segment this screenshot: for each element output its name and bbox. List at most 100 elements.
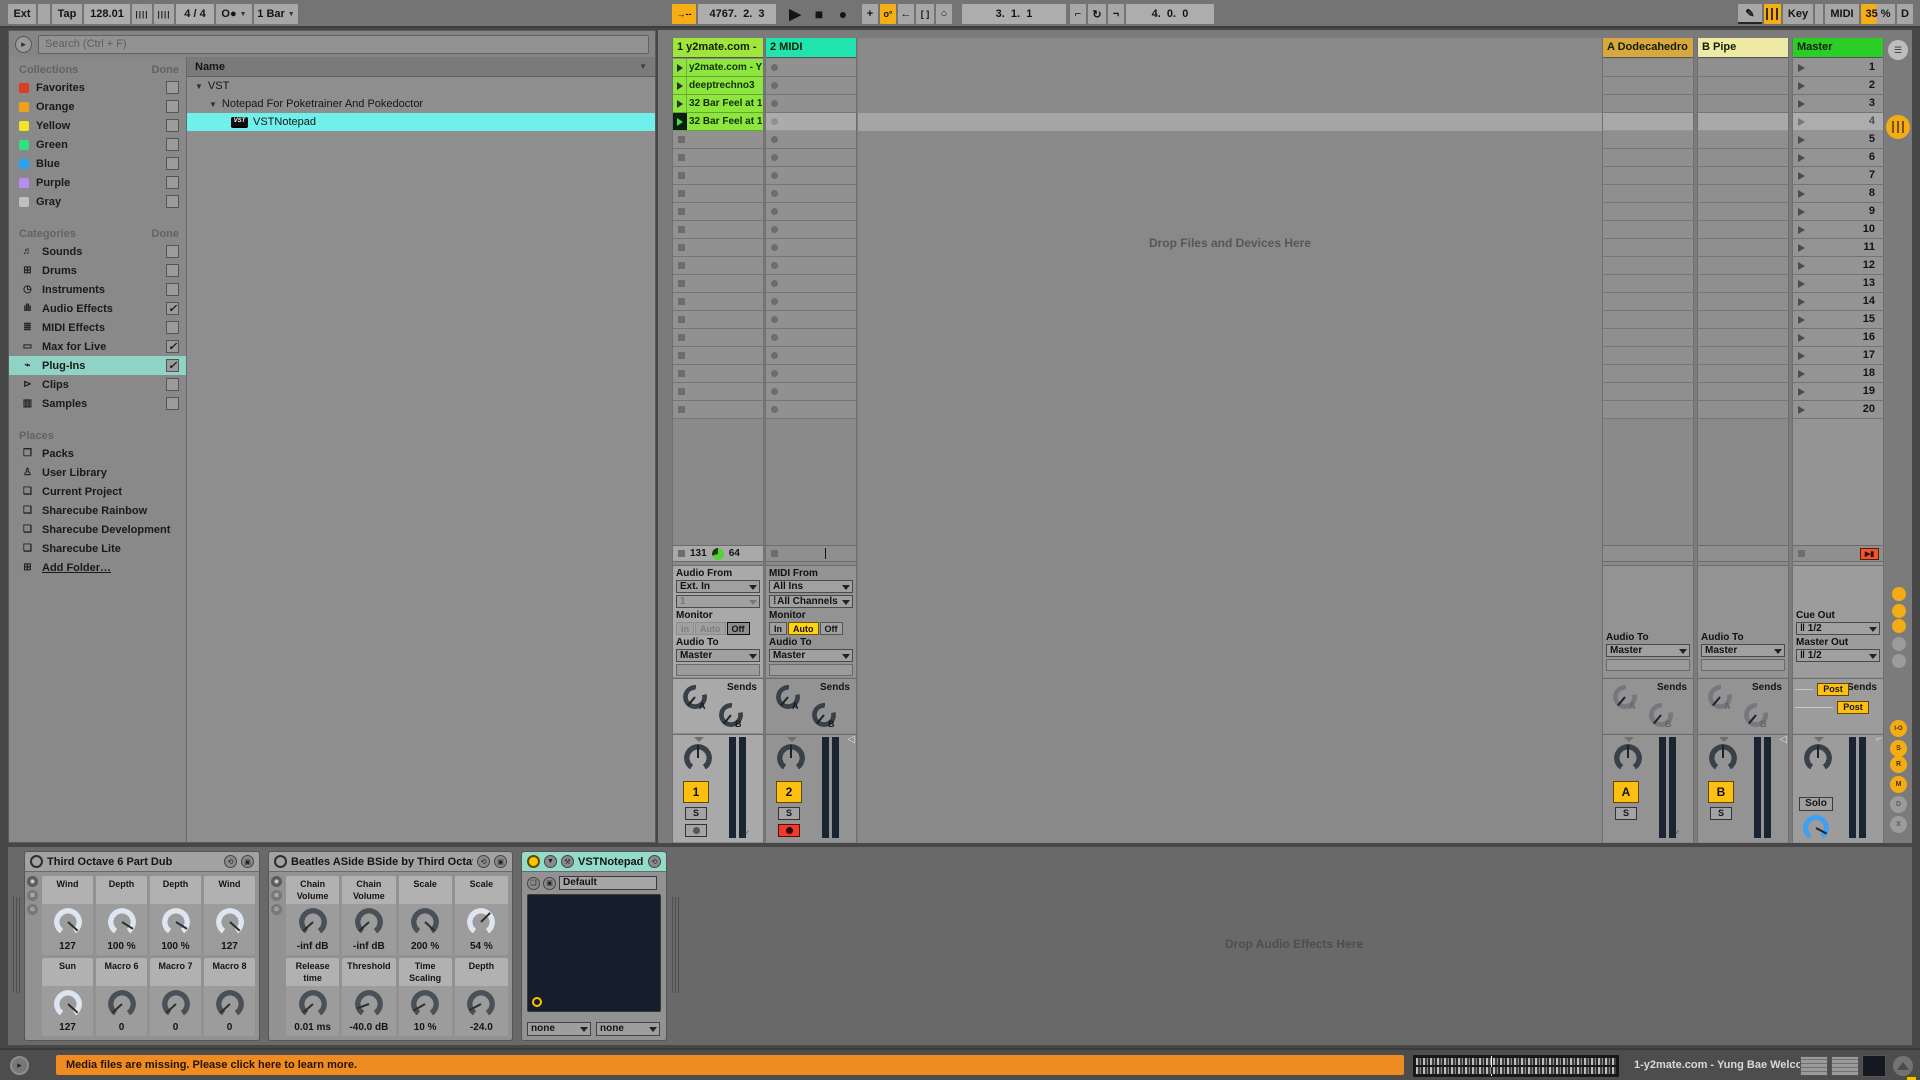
plugin-parameter-panel[interactable] bbox=[527, 894, 661, 1012]
clip-stop-icon[interactable] bbox=[678, 316, 685, 323]
master-solo-button[interactable]: Solo bbox=[1799, 797, 1833, 811]
clip-stop-icon[interactable] bbox=[678, 406, 685, 413]
stop-all-clips-button[interactable]: ▶▮ bbox=[1860, 548, 1879, 560]
empty-midi-slot[interactable] bbox=[766, 275, 856, 293]
browser-collapse-icon[interactable]: ▸ bbox=[15, 36, 32, 53]
empty-clip-slot[interactable] bbox=[673, 203, 763, 221]
empty-midi-slot[interactable] bbox=[766, 203, 856, 221]
empty-midi-slot[interactable] bbox=[766, 293, 856, 311]
macro-control[interactable]: Time Scaling 10 % bbox=[399, 958, 452, 1037]
scene[interactable]: 4 bbox=[1793, 113, 1883, 131]
pan-knob[interactable] bbox=[1709, 744, 1737, 772]
scene-play-icon[interactable] bbox=[1798, 172, 1805, 180]
arm-button[interactable] bbox=[778, 824, 800, 837]
done-checkbox[interactable] bbox=[166, 340, 179, 353]
done-checkbox[interactable] bbox=[166, 283, 179, 296]
overdub-button[interactable]: o° bbox=[880, 4, 896, 24]
punch-out-button[interactable]: ¬ bbox=[1108, 4, 1124, 24]
empty-clip-slot[interactable] bbox=[673, 365, 763, 383]
load-preset-icon[interactable]: ❏ bbox=[527, 877, 540, 890]
send-b-knob[interactable] bbox=[714, 698, 748, 732]
done-checkbox[interactable] bbox=[166, 138, 179, 151]
device-activator[interactable] bbox=[527, 855, 540, 868]
place-item[interactable]: ⊞ Add Folder… bbox=[9, 558, 186, 577]
collection-item[interactable]: Yellow bbox=[9, 116, 186, 135]
macro-knob[interactable] bbox=[162, 908, 190, 936]
rack-view-toggles[interactable]: ◉≣⊖ bbox=[271, 876, 282, 915]
scene[interactable]: 12 bbox=[1793, 257, 1883, 275]
scene-play-icon[interactable] bbox=[1798, 388, 1805, 396]
macro-knob[interactable] bbox=[355, 908, 383, 936]
place-item[interactable]: ❑ Current Project bbox=[9, 482, 186, 501]
done-checkbox[interactable] bbox=[166, 195, 179, 208]
collection-item[interactable]: Green bbox=[9, 135, 186, 154]
macro-control[interactable]: Depth -24.0 bbox=[455, 958, 508, 1037]
macro-control[interactable]: Macro 6 0 bbox=[96, 958, 147, 1037]
param-map-select-2[interactable]: none bbox=[596, 1022, 660, 1036]
io-meter-toggle-icon[interactable] bbox=[1886, 115, 1910, 139]
device-title-bar[interactable]: Third Octave 6 Part Dub ⟲ ▣ bbox=[25, 852, 259, 872]
done-checkbox[interactable] bbox=[166, 100, 179, 113]
audio-to-select[interactable]: Master bbox=[769, 649, 853, 662]
tap-tempo-button[interactable]: Tap bbox=[52, 4, 82, 24]
category-item[interactable]: ⌁ Plug-Ins bbox=[9, 356, 186, 375]
expand-arrow-icon[interactable]: ▼ bbox=[195, 82, 203, 91]
clip-stop-icon[interactable] bbox=[678, 208, 685, 215]
clip-stop-icon[interactable] bbox=[678, 154, 685, 161]
empty-midi-slot[interactable] bbox=[766, 401, 856, 419]
macro-control[interactable]: Release time 0.01 ms bbox=[286, 958, 339, 1037]
clip-stop-icon[interactable] bbox=[678, 388, 685, 395]
done-checkbox[interactable] bbox=[166, 359, 179, 372]
place-item[interactable]: ❏ Sharecube Rainbow bbox=[9, 501, 186, 520]
device-drag-handle[interactable] bbox=[13, 897, 20, 993]
empty-clip-slot[interactable] bbox=[673, 275, 763, 293]
scene[interactable]: 20 bbox=[1793, 401, 1883, 419]
show-delay-toggle[interactable]: D bbox=[1890, 796, 1907, 813]
place-item[interactable]: ♙ User Library bbox=[9, 463, 186, 482]
macro-knob[interactable] bbox=[299, 908, 327, 936]
midi-channel-select[interactable]: ⁞ All Channels bbox=[769, 595, 853, 608]
empty-midi-slot[interactable] bbox=[766, 185, 856, 203]
show-crossfader-toggle[interactable]: X bbox=[1890, 816, 1907, 833]
session-strip-icon-2[interactable] bbox=[1892, 604, 1906, 618]
clip-stop-icon[interactable] bbox=[678, 280, 685, 287]
clip-stop-icon[interactable] bbox=[678, 244, 685, 251]
clip-play-icon[interactable] bbox=[673, 95, 687, 112]
monitor-off-button[interactable]: Off bbox=[820, 622, 843, 635]
stop-clip-icon[interactable] bbox=[1798, 550, 1805, 557]
collection-item[interactable]: Purple bbox=[9, 173, 186, 192]
scene[interactable]: 7 bbox=[1793, 167, 1883, 185]
monitor-auto-button[interactable]: Auto bbox=[695, 622, 726, 635]
empty-clip-slot[interactable] bbox=[673, 311, 763, 329]
empty-clip-slot[interactable] bbox=[673, 131, 763, 149]
empty-midi-slot[interactable] bbox=[766, 239, 856, 257]
return-a-header[interactable]: A Dodecahedro bbox=[1603, 38, 1693, 58]
empty-clip-slot[interactable] bbox=[673, 257, 763, 275]
scene[interactable]: 1 bbox=[1793, 59, 1883, 77]
overview-toggle-icon[interactable]: ☰ bbox=[1888, 40, 1908, 60]
show-returns-toggle[interactable]: R bbox=[1890, 756, 1907, 773]
device-activator[interactable] bbox=[274, 855, 287, 868]
session-strip-icon-1[interactable] bbox=[1892, 587, 1906, 601]
rack-view-toggles[interactable]: ◉≣⊖ bbox=[27, 876, 38, 915]
midi-from-select[interactable]: All Ins bbox=[769, 580, 853, 593]
new-button[interactable]: + bbox=[862, 4, 878, 24]
pan-knob[interactable] bbox=[777, 744, 805, 772]
scene-play-icon[interactable] bbox=[1798, 118, 1805, 126]
scene-play-icon[interactable] bbox=[1798, 244, 1805, 252]
scroll-up-icon[interactable] bbox=[1893, 1056, 1913, 1076]
clip-stop-icon[interactable] bbox=[678, 370, 685, 377]
scene[interactable]: 2 bbox=[1793, 77, 1883, 95]
collection-item[interactable]: Blue bbox=[9, 154, 186, 173]
arrangement-overview[interactable] bbox=[1412, 1054, 1620, 1078]
cpu-meter[interactable]: 35 % bbox=[1861, 4, 1895, 24]
macro-control[interactable]: Threshold -40.0 dB bbox=[342, 958, 395, 1037]
scene[interactable]: 3 bbox=[1793, 95, 1883, 113]
scene[interactable]: 8 bbox=[1793, 185, 1883, 203]
empty-midi-slot[interactable] bbox=[766, 131, 856, 149]
audio-from-select[interactable]: Ext. In bbox=[676, 580, 760, 593]
scene[interactable]: 15 bbox=[1793, 311, 1883, 329]
monitor-off-button[interactable]: Off bbox=[727, 622, 750, 635]
edit-plugin-icon[interactable]: ⚒ bbox=[561, 855, 574, 868]
track-activator-button[interactable]: 2 bbox=[776, 781, 802, 803]
